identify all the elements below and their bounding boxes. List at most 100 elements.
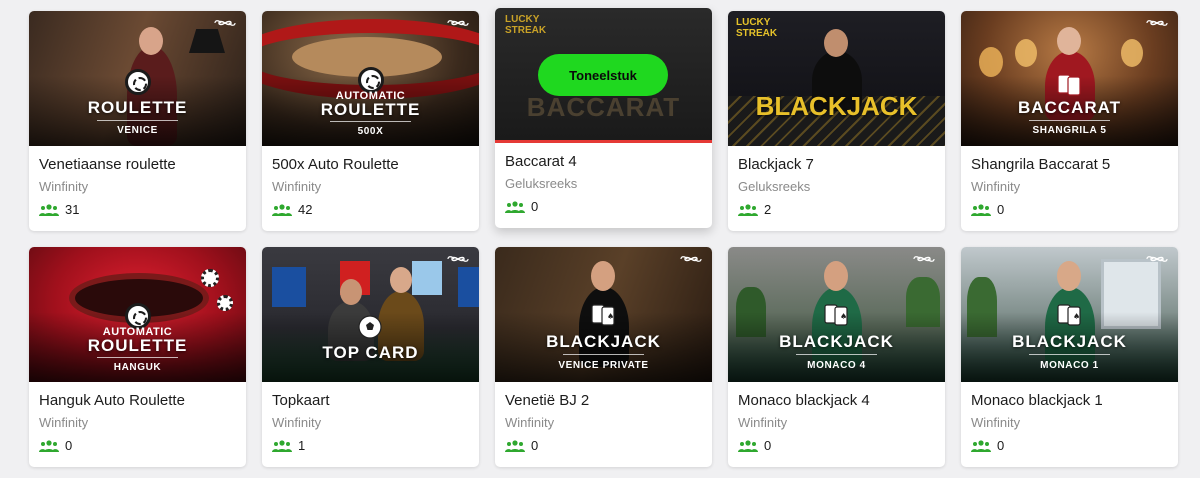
player-count: 0 <box>971 202 1168 217</box>
game-name[interactable]: Baccarat 4 <box>505 153 702 171</box>
game-thumbnail[interactable]: BACCARAT SHANGRILA 5 <box>961 11 1178 146</box>
players-icon <box>971 203 991 216</box>
game-thumbnail[interactable]: LUCKY STREAK BACCARAT Toneelstuk <box>495 8 712 143</box>
game-card-baccarat-4[interactable]: LUCKY STREAK BACCARAT Toneelstuk Baccara… <box>495 8 712 228</box>
game-name[interactable]: Shangrila Baccarat 5 <box>971 156 1168 174</box>
game-name[interactable]: Monaco blackjack 1 <box>971 392 1168 410</box>
brand-title: TOP CARD <box>322 343 419 362</box>
game-card-venetiaanse-roulette[interactable]: ROULETTE VENICE Venetiaanse roulette Win… <box>29 11 246 231</box>
players-icon <box>505 439 525 452</box>
player-count: 1 <box>272 438 469 453</box>
players-icon <box>39 203 59 216</box>
brand-subtitle: HANGUK <box>113 362 162 373</box>
game-card-500x-auto-roulette[interactable]: AUTOMATIC ROULETTE 500X 500x Auto Roulet… <box>262 11 479 231</box>
game-card-blackjack-7[interactable]: LUCKY STREAK BLACKJACK Blackjack 7 Geluk… <box>728 11 945 231</box>
game-studio: Winfinity <box>272 179 322 194</box>
brand-title: ROULETTE <box>320 100 421 119</box>
game-card-hanguk-auto-roulette[interactable]: AUTOMATIC ROULETTE HANGUK Hanguk Auto Ro… <box>29 247 246 467</box>
svg-text:♠: ♠ <box>1073 312 1080 321</box>
brand-line1: LUCKY STREAK <box>505 14 547 36</box>
game-name[interactable]: 500x Auto Roulette <box>272 156 469 174</box>
brand-title: BACCARAT <box>526 92 681 122</box>
players-icon <box>39 439 59 452</box>
game-card-shangrila-baccarat-5[interactable]: BACCARAT SHANGRILA 5 Shangrila Baccarat … <box>961 11 1178 231</box>
game-thumbnail[interactable]: ROULETTE VENICE <box>29 11 246 146</box>
player-count: 0 <box>738 438 935 453</box>
brand-title: BLACKJACK <box>546 332 661 351</box>
player-count-value: 0 <box>997 438 1005 453</box>
player-count-value: 1 <box>298 438 306 453</box>
brand-title: BLACKJACK <box>755 91 918 121</box>
infinity-logo-icon <box>447 20 469 26</box>
players-icon <box>505 200 525 213</box>
player-count-value: 0 <box>531 438 539 453</box>
player-count: 2 <box>738 202 935 217</box>
brand-subtitle: 500X <box>357 126 384 137</box>
game-studio: Geluksreeks <box>738 179 811 194</box>
svg-text:♠: ♠ <box>607 312 614 321</box>
game-thumbnail[interactable]: ♠ BLACKJACK VENICE PRIVATE <box>495 247 712 382</box>
infinity-logo-icon <box>1146 256 1168 262</box>
player-count-value: 0 <box>65 438 73 453</box>
player-count: 31 <box>39 202 236 217</box>
infinity-logo-icon <box>913 256 935 262</box>
infinity-logo-icon <box>680 256 702 262</box>
player-count-value: 0 <box>764 438 772 453</box>
players-icon <box>738 439 758 452</box>
players-icon <box>272 439 292 452</box>
game-name[interactable]: Monaco blackjack 4 <box>738 392 935 410</box>
brand-subtitle: VENICE <box>117 125 158 136</box>
brand-subtitle: MONACO 1 <box>1040 360 1099 371</box>
game-studio: Geluksreeks <box>505 176 578 191</box>
brand-line1: LUCKY STREAK <box>736 17 778 39</box>
player-count-value: 2 <box>764 202 772 217</box>
game-studio: Winfinity <box>505 415 555 430</box>
game-name[interactable]: Blackjack 7 <box>738 156 935 174</box>
svg-text:♠: ♠ <box>840 312 847 321</box>
player-count: 0 <box>505 199 702 214</box>
player-count-value: 0 <box>997 202 1005 217</box>
brand-title: BLACKJACK <box>1012 332 1127 351</box>
playing-cards-icon: ♠ <box>591 304 615 326</box>
game-studio: Winfinity <box>39 179 89 194</box>
brand-title: ROULETTE <box>87 336 188 355</box>
game-card-monaco-blackjack-1[interactable]: ♠ BLACKJACK MONACO 1 Monaco blackjack 1 … <box>961 247 1178 467</box>
game-thumbnail[interactable]: LUCKY STREAK BLACKJACK <box>728 11 945 146</box>
brand-subtitle: SHANGRILA 5 <box>1032 125 1107 136</box>
game-thumbnail[interactable]: ♠ BLACKJACK MONACO 1 <box>961 247 1178 382</box>
game-studio: Winfinity <box>971 415 1021 430</box>
brand-title: BACCARAT <box>1017 98 1122 117</box>
infinity-logo-icon <box>1146 20 1168 26</box>
brand-title: BLACKJACK <box>779 332 894 351</box>
game-studio: Winfinity <box>39 415 89 430</box>
game-name[interactable]: Topkaart <box>272 392 469 410</box>
player-count-value: 42 <box>298 202 313 217</box>
game-studio: Winfinity <box>738 415 788 430</box>
player-count: 0 <box>505 438 702 453</box>
game-card-monaco-blackjack-4[interactable]: ♠ BLACKJACK MONACO 4 Monaco blackjack 4 … <box>728 247 945 467</box>
brand-subtitle: MONACO 4 <box>807 360 866 371</box>
player-count: 0 <box>39 438 236 453</box>
play-button[interactable]: Toneelstuk <box>538 54 668 96</box>
game-thumbnail[interactable]: AUTOMATIC ROULETTE 500X <box>262 11 479 146</box>
football-icon <box>358 315 382 339</box>
player-count: 42 <box>272 202 469 217</box>
game-thumbnail[interactable]: AUTOMATIC ROULETTE HANGUK <box>29 247 246 382</box>
players-icon <box>738 203 758 216</box>
players-icon <box>272 203 292 216</box>
playing-cards-icon: ♠ <box>824 304 848 326</box>
infinity-logo-icon <box>447 256 469 262</box>
game-card-topkaart[interactable]: TOP CARD Topkaart Winfinity 1 <box>262 247 479 467</box>
player-count: 0 <box>971 438 1168 453</box>
playing-cards-icon: ♠ <box>1057 304 1081 326</box>
game-thumbnail[interactable]: ♠ BLACKJACK MONACO 4 <box>728 247 945 382</box>
brand-subtitle: VENICE PRIVATE <box>558 360 649 371</box>
infinity-logo-icon <box>214 20 236 26</box>
game-name[interactable]: Hanguk Auto Roulette <box>39 392 236 410</box>
roulette-chip-icon <box>125 69 151 95</box>
game-thumbnail[interactable]: TOP CARD <box>262 247 479 382</box>
game-card-venetie-bj-2[interactable]: ♠ BLACKJACK VENICE PRIVATE Venetië BJ 2 … <box>495 247 712 467</box>
player-count-value: 0 <box>531 199 539 214</box>
game-name[interactable]: Venetië BJ 2 <box>505 392 702 410</box>
game-name[interactable]: Venetiaanse roulette <box>39 156 236 174</box>
